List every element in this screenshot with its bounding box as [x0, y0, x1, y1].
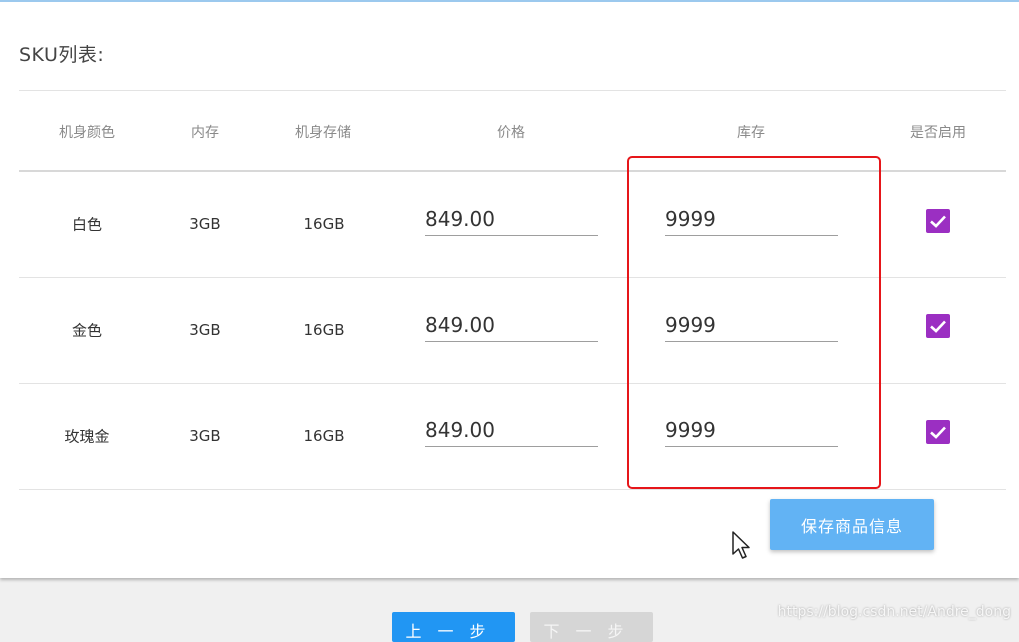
cell-storage: 16GB [303, 215, 345, 233]
header-stock: 库存 [737, 125, 765, 141]
cell-storage: 16GB [303, 321, 345, 339]
header-price: 价格 [497, 125, 525, 141]
stock-input[interactable] [665, 416, 838, 444]
table-bottom-divider [19, 489, 1006, 490]
stock-field[interactable] [665, 311, 838, 342]
stock-field[interactable] [665, 416, 838, 447]
enabled-checkbox[interactable] [926, 209, 950, 233]
price-input[interactable] [425, 205, 598, 233]
price-field[interactable] [425, 205, 598, 236]
header-storage: 机身存储 [295, 125, 351, 141]
header-color: 机身颜色 [59, 125, 115, 141]
sku-panel: SKU列表: 机身颜色 内存 机身存储 价格 库存 是否启用 白色 3GB 16… [0, 0, 1019, 578]
checkbox-checked-icon [930, 215, 946, 228]
price-input[interactable] [425, 311, 598, 339]
price-field[interactable] [425, 416, 598, 447]
prev-step-button[interactable]: 上一步 [392, 612, 515, 642]
save-product-button[interactable]: 保存商品信息 [770, 499, 934, 550]
mouse-cursor-icon [732, 531, 754, 565]
stock-field[interactable] [665, 205, 838, 236]
row-divider [19, 277, 1006, 278]
row-divider [19, 383, 1006, 384]
stock-input[interactable] [665, 205, 838, 233]
section-title: SKU列表: [19, 44, 105, 66]
checkbox-checked-icon [930, 426, 946, 439]
header-memory: 内存 [191, 125, 219, 141]
cell-memory: 3GB [189, 427, 221, 445]
watermark: https://blog.csdn.net/Andre_dong [777, 604, 1011, 620]
enabled-checkbox[interactable] [926, 420, 950, 444]
cell-color: 白色 [71, 215, 103, 234]
price-input[interactable] [425, 416, 598, 444]
cell-color: 玫瑰金 [64, 427, 110, 446]
price-field[interactable] [425, 311, 598, 342]
header-enabled: 是否启用 [910, 125, 966, 141]
cell-storage: 16GB [303, 427, 345, 445]
cell-memory: 3GB [189, 321, 221, 339]
cell-memory: 3GB [189, 215, 221, 233]
table-header-divider [19, 170, 1006, 172]
table-top-divider [19, 90, 1006, 91]
stock-input[interactable] [665, 311, 838, 339]
next-step-button[interactable]: 下一步 [530, 612, 653, 642]
checkbox-checked-icon [930, 320, 946, 333]
enabled-checkbox[interactable] [926, 314, 950, 338]
cell-color: 金色 [71, 321, 103, 340]
